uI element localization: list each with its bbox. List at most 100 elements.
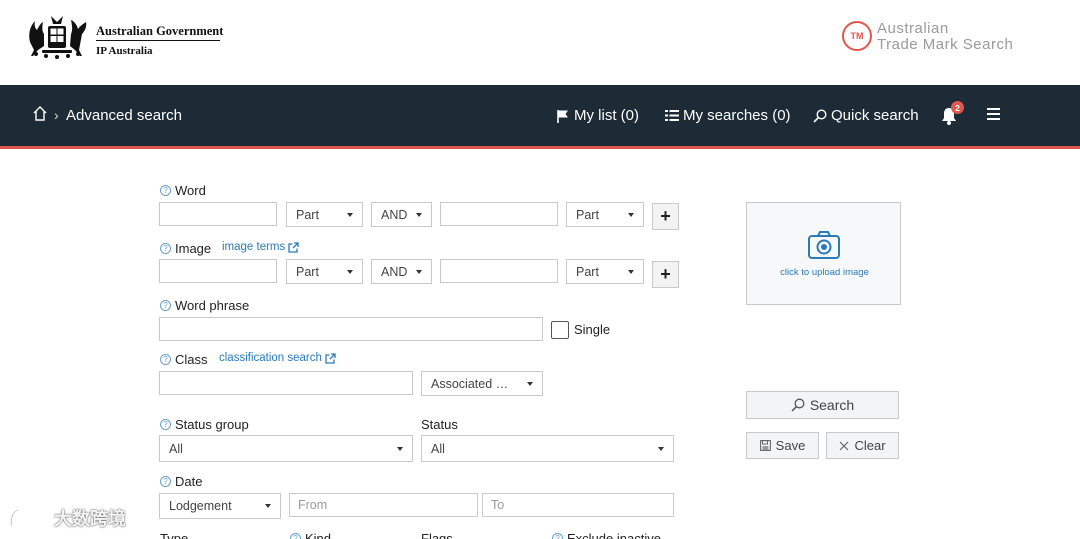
word-match-value-1: Part (296, 207, 319, 222)
associated-value: Associated … (431, 376, 509, 391)
image-terms-text: image terms (222, 241, 286, 253)
class-label: ? Class (160, 352, 208, 367)
breadcrumb-current: Advanced search (66, 107, 182, 124)
quick-search-link[interactable]: Quick search (813, 107, 919, 124)
word-label-text: Word (175, 183, 206, 198)
camera-icon (808, 231, 840, 259)
exclude-inactive-label: ? Exclude inactive (552, 531, 661, 539)
add-image-row-button[interactable]: + (652, 261, 679, 288)
kind-label: ? Kind (290, 531, 331, 539)
status-group-label-text: Status group (175, 417, 249, 432)
status-group-label: ? Status group (160, 417, 249, 432)
class-input[interactable] (159, 371, 413, 395)
date-from-input[interactable]: From (289, 493, 478, 517)
kind-label-text: Kind (305, 531, 332, 539)
add-word-row-button[interactable]: + (652, 203, 679, 230)
nav-accent-line (0, 146, 1080, 149)
image-match-select-1[interactable]: Part (286, 259, 363, 284)
word-label: ? Word (160, 183, 206, 198)
image-input-2[interactable] (440, 259, 558, 283)
image-match-value-1: Part (296, 264, 319, 279)
trade-mark-search-logo[interactable]: TM Australian Trade Mark Search (842, 20, 1042, 54)
caret-down-icon (628, 213, 634, 217)
date-type-value: Lodgement (169, 499, 232, 513)
clear-button-label: Clear (854, 438, 886, 453)
classification-search-text: classification search (219, 352, 322, 364)
close-icon (840, 441, 849, 450)
external-link-icon (325, 352, 336, 364)
external-link-icon (288, 241, 299, 253)
tm-logo-line2: Trade Mark Search (877, 36, 1014, 53)
status-group-select[interactable]: All (159, 435, 413, 462)
save-button-label: Save (775, 438, 806, 453)
date-label-text: Date (175, 474, 203, 489)
date-label: ? Date (160, 474, 202, 489)
watermark: 大数跨境 (8, 503, 148, 533)
help-icon[interactable]: ? (160, 354, 171, 365)
exclude-inactive-text: Exclude inactive (567, 531, 661, 539)
single-label: Single (574, 322, 611, 337)
date-to-input[interactable]: To (482, 493, 674, 517)
status-label: Status (421, 417, 458, 432)
caret-down-icon (265, 504, 271, 508)
home-icon[interactable] (32, 105, 48, 123)
word-input-2[interactable] (440, 202, 558, 226)
caret-down-icon (658, 447, 664, 451)
word-operator-select[interactable]: AND (371, 202, 432, 227)
navigation-bar: › Advanced search My list (0) My searche… (0, 85, 1080, 146)
status-value: All (431, 441, 445, 456)
watermark-text: 大数跨境 (54, 509, 126, 529)
associated-select[interactable]: Associated … (421, 371, 543, 396)
word-match-value-2: Part (576, 207, 599, 222)
help-icon[interactable]: ? (160, 300, 171, 311)
help-icon[interactable]: ? (160, 185, 171, 196)
image-input-1[interactable] (159, 259, 277, 283)
clear-button[interactable]: Clear (826, 432, 899, 459)
watermark-logo-icon (10, 507, 45, 527)
single-checkbox[interactable] (551, 321, 569, 339)
search-icon (813, 108, 827, 123)
save-button[interactable]: Save (746, 432, 819, 459)
coat-of-arms-icon (29, 16, 87, 59)
tm-logo-line1: Australian (877, 20, 949, 37)
status-select[interactable]: All (421, 435, 674, 462)
image-operator-value: AND (381, 264, 408, 279)
caret-down-icon (527, 382, 533, 386)
australian-government-logo[interactable]: Australian Government IP Australia (24, 12, 224, 64)
image-terms-link[interactable]: image terms (222, 241, 299, 253)
chevron-right-icon: › (54, 107, 59, 123)
date-type-select[interactable]: Lodgement (159, 493, 281, 519)
my-searches-link[interactable]: My searches (0) (665, 107, 791, 124)
flag-icon (557, 109, 568, 123)
caret-down-icon (628, 270, 634, 274)
help-icon[interactable]: ? (290, 533, 301, 539)
floppy-disk-icon (759, 440, 771, 451)
caret-down-icon (347, 270, 353, 274)
image-label: ? Image (160, 241, 211, 256)
notification-badge: 2 (951, 101, 964, 114)
word-phrase-input[interactable] (159, 317, 543, 341)
gov-subname: IP Australia (96, 45, 153, 57)
caret-down-icon (416, 213, 422, 217)
flags-label: Flags (421, 531, 453, 539)
help-icon[interactable]: ? (552, 533, 563, 539)
gov-name: Australian Government (96, 24, 224, 38)
classification-search-link[interactable]: classification search (219, 352, 336, 364)
gov-divider (96, 40, 220, 41)
hamburger-menu-icon[interactable] (987, 108, 1000, 120)
help-icon[interactable]: ? (160, 476, 171, 487)
word-match-select-2[interactable]: Part (566, 202, 644, 227)
my-list-link[interactable]: My list (0) (556, 107, 639, 124)
caret-down-icon (397, 447, 403, 451)
help-icon[interactable]: ? (160, 243, 171, 254)
status-group-value: All (169, 441, 183, 456)
upload-hint: click to upload image (780, 267, 869, 278)
image-upload-area[interactable]: click to upload image (746, 202, 901, 305)
help-icon[interactable]: ? (160, 419, 171, 430)
my-list-label: My list (0) (574, 107, 639, 124)
search-button[interactable]: Search (746, 391, 899, 419)
image-operator-select[interactable]: AND (371, 259, 432, 284)
word-match-select-1[interactable]: Part (286, 202, 363, 227)
image-match-select-2[interactable]: Part (566, 259, 644, 284)
word-input-1[interactable] (159, 202, 277, 226)
